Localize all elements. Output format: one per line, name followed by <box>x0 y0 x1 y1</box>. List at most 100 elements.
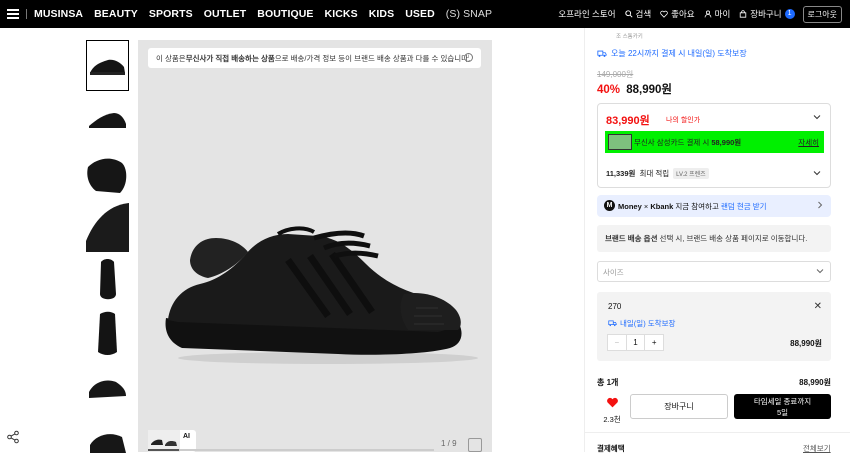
notice-text-pre: 이 상품은 <box>156 53 186 63</box>
divider <box>584 432 850 433</box>
share-icon[interactable] <box>6 430 20 444</box>
kbank-x: × <box>643 202 649 211</box>
delivery-notice: 이 상품은 무신사가 직접 배송하는 상품 으로 배송/가격 정보 등이 브랜드… <box>148 48 481 68</box>
sale-price: 40% 88,990원 <box>597 81 672 97</box>
thumbnail-3[interactable] <box>86 147 129 199</box>
notice-text-bold: 무신사가 직접 배송하는 상품 <box>185 53 275 63</box>
cart-link[interactable]: 장바구니 1 <box>739 8 795 20</box>
nav-link-kids[interactable]: KIDS <box>369 8 395 20</box>
nav-link-beauty[interactable]: BEAUTY <box>94 8 138 20</box>
original-price: 149,000원 <box>597 70 634 79</box>
points-line: 11,339원 최대 적립 LV.2 프렌즈 <box>606 168 709 179</box>
card-benefit-price: 58,990원 <box>711 138 742 147</box>
close-icon[interactable]: ✕ <box>814 301 822 312</box>
thumbnail-6[interactable] <box>86 307 129 359</box>
points-amount: 11,339원 <box>606 169 636 178</box>
search-icon <box>624 10 633 18</box>
add-to-cart-button[interactable]: 장바구니 <box>630 394 728 419</box>
search-link[interactable]: 검색 <box>624 8 652 20</box>
buy-button[interactable]: 타임세일 종료까지 5일 <box>734 394 831 419</box>
brand-shipping-notice: 브랜드 배송 옵션 선택 시, 브랜드 배송 상품 페이지로 이동합니다. <box>597 225 831 252</box>
my-discount-box: 83,990원 나의 할인가 무신사 삼성카드 결제 시 58,990원 자세히… <box>597 103 831 188</box>
discount-rate: 40% <box>597 84 621 96</box>
chevron-down-icon[interactable] <box>813 114 821 120</box>
product-tag: 조 스톰카키 <box>616 34 643 40</box>
likes-link[interactable]: 좋아요 <box>660 8 695 20</box>
total-price: 88,990원 <box>799 378 831 387</box>
gallery-progress-fill <box>148 449 180 451</box>
card-benefit-bar[interactable]: 무신사 삼성카드 결제 시 58,990원 자세히 <box>605 131 824 153</box>
card-benefit-text: 무신사 삼성카드 결제 시 58,990원 <box>634 137 741 148</box>
thumbnail-5[interactable] <box>86 254 129 306</box>
kbank-banner[interactable]: M Money × Kbank 지금 참여하고 랜덤 현금 받기 <box>597 195 831 217</box>
nav-link-kicks[interactable]: KICKS <box>325 8 358 20</box>
quantity-stepper: − 1 + <box>607 334 664 351</box>
like-button[interactable]: 2.3천 <box>601 395 623 425</box>
level-badge: LV.2 프렌즈 <box>673 168 709 179</box>
delivery-text: 오늘 22시까지 결제 시 내일(일) 도착보장 <box>611 49 747 58</box>
bag-icon <box>740 10 747 18</box>
like-count: 2.3천 <box>603 415 621 424</box>
option-price: 88,990원 <box>790 339 822 348</box>
top-nav: MUSINSA BEAUTY SPORTS OUTLET BOUTIQUE KI… <box>0 0 850 28</box>
expand-icon[interactable] <box>468 438 482 452</box>
main-product-image[interactable]: 이 상품은 무신사가 직접 배송하는 상품 으로 배송/가격 정보 등이 브랜드… <box>138 40 492 452</box>
nav-link-outlet[interactable]: OUTLET <box>204 8 247 20</box>
nav-links: MUSINSA BEAUTY SPORTS OUTLET BOUTIQUE KI… <box>34 0 503 28</box>
total-count: 총 1개 <box>597 378 619 387</box>
search-label: 검색 <box>635 9 652 19</box>
kbank-name: Kbank <box>650 202 674 211</box>
nav-link-musinsa[interactable]: MUSINSA <box>34 8 83 20</box>
offline-store-link[interactable]: 오프라인 스토어 <box>558 8 615 20</box>
thumbnail-8[interactable] <box>86 415 129 467</box>
image-counter: 1 / 9 <box>441 439 457 448</box>
info-icon[interactable]: i <box>464 53 473 62</box>
option-delivery: 내일(일) 도착보장 <box>608 318 675 329</box>
kbank-text: Money × Kbank 지금 참여하고 랜덤 현금 받기 <box>618 201 767 212</box>
size-select[interactable]: 사이즈 <box>597 261 831 282</box>
nav-link-boutique[interactable]: BOUTIQUE <box>257 8 313 20</box>
nav-link-used[interactable]: USED <box>405 8 435 20</box>
likes-label: 좋아요 <box>671 9 695 19</box>
view-all-link[interactable]: 전체보기 <box>803 443 831 454</box>
nav-link-sports[interactable]: SPORTS <box>149 8 193 20</box>
cart-count-badge: 1 <box>784 9 795 19</box>
buy-button-line2: 5일 <box>776 408 789 417</box>
thumbnail-7[interactable] <box>86 361 129 413</box>
buy-button-line1: 타임세일 종료까지 <box>753 397 812 406</box>
option-delivery-text: 내일(일) 도착보장 <box>620 319 676 328</box>
menu-icon[interactable] <box>7 9 19 19</box>
quantity-value[interactable]: 1 <box>627 335 645 350</box>
quantity-increase-button[interactable]: + <box>644 335 663 350</box>
kbank-brand: Money <box>618 202 642 211</box>
card-image <box>608 134 632 150</box>
chevron-down-icon[interactable] <box>813 170 821 176</box>
quantity-decrease-button[interactable]: − <box>608 335 627 350</box>
my-link[interactable]: 마이 <box>704 8 731 20</box>
thumbnail-4[interactable] <box>86 200 129 252</box>
notice-text-post: 으로 배송/가격 정보 등이 브랜드 배송 상품과 다를 수 있습니다. <box>274 53 471 63</box>
thumbnail-2[interactable] <box>86 93 129 145</box>
kbank-msg: 지금 참여하고 <box>675 202 719 211</box>
selected-option: 270 ✕ 내일(일) 도착보장 − 1 + 88,990원 <box>597 292 831 361</box>
nav-link-snap[interactable]: (S) SNAP <box>446 8 492 20</box>
thumbnail-1[interactable] <box>86 40 129 91</box>
nav-utilities: 오프라인 스토어 검색 좋아요 마이 장바구니 1 로그아웃 <box>549 0 850 28</box>
size-placeholder: 사이즈 <box>603 268 624 277</box>
my-discount-label: 나의 할인가 <box>666 117 701 124</box>
panel-divider <box>584 28 585 452</box>
points-label: 최대 적립 <box>639 169 670 178</box>
card-detail-link[interactable]: 자세히 <box>798 137 819 148</box>
chevron-down-icon <box>816 269 824 274</box>
thumbnail-list <box>86 40 129 469</box>
truck-icon <box>597 50 607 57</box>
logout-button[interactable]: 로그아웃 <box>802 5 842 23</box>
price-value: 88,990원 <box>626 84 672 96</box>
my-label: 마이 <box>714 9 731 19</box>
my-discount-price: 83,990원 <box>606 115 650 127</box>
brand-ship-bold: 브랜드 배송 옵션 <box>605 234 658 243</box>
payment-benefit-title: 결제혜택 <box>597 444 625 453</box>
chevron-right-icon <box>818 201 823 209</box>
heart-icon <box>606 397 618 408</box>
money-logo-icon: M <box>604 200 615 211</box>
